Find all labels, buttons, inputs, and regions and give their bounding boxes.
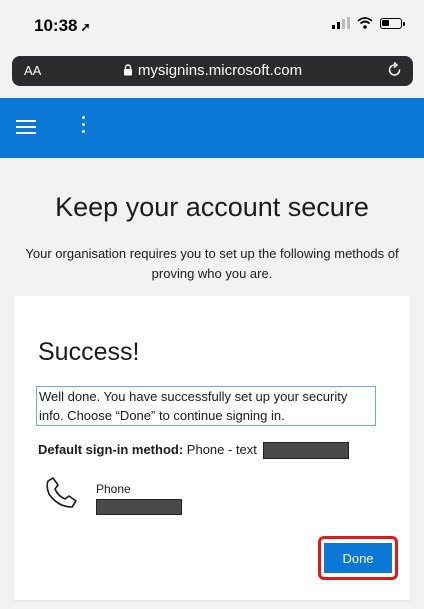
signal-icon (332, 17, 350, 29)
redacted-method-detail (96, 499, 182, 515)
status-time: 10:38 ➚ (34, 16, 91, 36)
default-method-line: Default sign-in method: Phone - text (38, 442, 349, 460)
battery-icon (380, 17, 405, 29)
reload-icon[interactable] (387, 61, 403, 79)
url-text: mysignins.microsoft.com (137, 62, 303, 79)
location-arrow-icon: ➚ (80, 20, 91, 34)
default-method-value: Phone - text (186, 442, 257, 457)
kebab-icon[interactable] (80, 116, 86, 138)
phone-icon (46, 477, 77, 508)
hamburger-icon[interactable] (16, 120, 36, 134)
page-description: Your organisation requires you to set up… (25, 246, 399, 281)
method-name: Phone (96, 482, 131, 496)
status-bar: 10:38 ➚ (0, 0, 424, 50)
browser-url-bar[interactable]: AA mysignins.microsoft.com (12, 56, 413, 86)
time-text: 10:38 (34, 16, 78, 35)
lock-icon (123, 64, 132, 76)
success-message: Well done. You have successfully set up … (36, 386, 376, 426)
default-method-label: Default sign-in method: (38, 442, 184, 457)
redacted-phone-number (262, 442, 349, 460)
url-display[interactable]: mysignins.microsoft.com (12, 62, 413, 79)
page-title: Keep your account secure (55, 192, 369, 222)
done-button[interactable]: Done (324, 543, 392, 573)
success-card: Success! Well done. You have successfull… (14, 296, 410, 600)
wifi-icon (357, 17, 373, 29)
success-title: Success! (38, 338, 140, 366)
app-header (0, 98, 424, 158)
status-icons (332, 17, 405, 29)
